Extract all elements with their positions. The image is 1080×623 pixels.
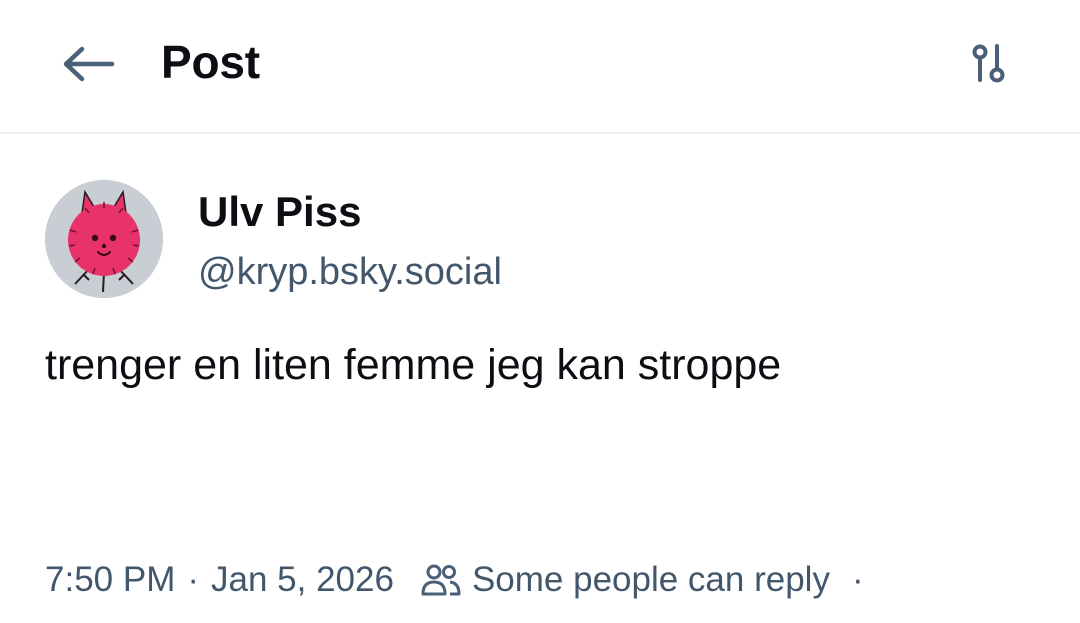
meta-separator: · <box>187 560 200 599</box>
top-bar: Post <box>0 0 1080 134</box>
author-handle[interactable]: @kryp.bsky.social <box>198 248 502 296</box>
thread-settings-button[interactable] <box>960 38 1016 90</box>
sliders-icon <box>972 44 1005 83</box>
pink-spiky-creature-avatar <box>45 180 163 298</box>
page-title: Post <box>161 36 260 88</box>
avatar[interactable] <box>45 180 163 298</box>
post-time: 7:50 PM <box>45 560 176 599</box>
post-text: trenger en liten femme jeg kan stroppe <box>45 341 782 389</box>
people-icon <box>420 562 462 598</box>
back-button[interactable] <box>50 36 126 92</box>
author-display-name[interactable]: Ulv Piss <box>198 186 361 238</box>
post-meta: 7:50 PM · Jan 5, 2026 Some people can re… <box>45 556 864 604</box>
arrow-left-icon <box>63 46 115 82</box>
trailing-dot: · <box>851 560 864 599</box>
post-date: Jan 5, 2026 <box>211 560 394 599</box>
reply-restriction-link[interactable]: Some people can reply <box>472 556 830 604</box>
